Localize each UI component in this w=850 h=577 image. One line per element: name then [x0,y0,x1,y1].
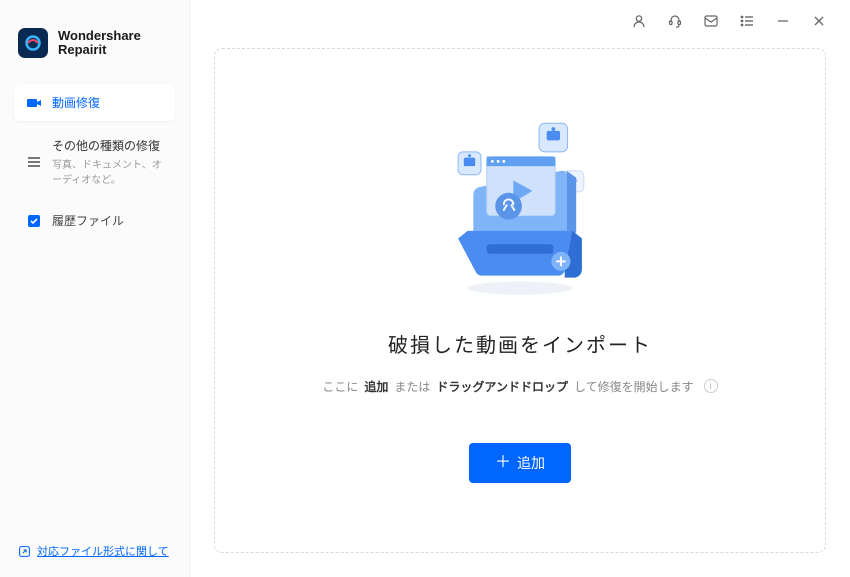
info-icon[interactable]: i [704,379,718,393]
feedback-button[interactable] [702,12,720,30]
brand-logo-icon [18,28,48,58]
sidebar-item-other-repair[interactable]: その他の種類の修復 写真、ドキュメント、オーディオなど。 [14,127,175,196]
external-link-icon [18,545,31,558]
dropzone-subtext: ここに追加またはドラッグアンドドロップして修復を開始します i [322,378,717,395]
file-format-link-label: 対応ファイル形式に関して [37,543,169,559]
brand-name-1: Wondershare [58,29,141,43]
sidebar-item-sublabel: 写真、ドキュメント、オーディオなど。 [52,156,163,186]
account-button[interactable] [630,12,648,30]
brand-name-2: Repairit [58,43,141,57]
sidebar-item-label: 履歴ファイル [52,212,124,229]
list-button[interactable] [738,12,756,30]
sidebar: Wondershare Repairit 動画修復 その他の種類の修復 写真、ド… [0,0,190,577]
support-button[interactable] [666,12,684,30]
sidebar-item-label: 動画修復 [52,94,100,111]
dropzone[interactable]: 破損した動画をインポート ここに追加またはドラッグアンドドロップして修復を開始し… [214,48,826,553]
minimize-button[interactable] [774,12,792,30]
titlebar [190,0,850,42]
sidebar-item-video-repair[interactable]: 動画修復 [14,84,175,121]
close-button[interactable] [810,12,828,30]
dropzone-heading: 破損した動画をインポート [388,329,652,358]
file-format-link[interactable]: 対応ファイル形式に関して [18,543,171,559]
sidebar-item-history[interactable]: 履歴ファイル [14,202,175,239]
video-icon [26,95,42,111]
brand: Wondershare Repairit [0,28,189,84]
plus-icon: ＋ [495,455,511,471]
menu-icon [26,154,42,170]
check-icon [26,213,42,229]
sidebar-item-label: その他の種類の修復 [52,137,163,154]
add-button[interactable]: ＋ 追加 [469,443,571,483]
import-illustration-icon [420,119,620,299]
main: 破損した動画をインポート ここに追加またはドラッグアンドドロップして修復を開始し… [190,0,850,577]
add-button-label: 追加 [517,453,545,473]
